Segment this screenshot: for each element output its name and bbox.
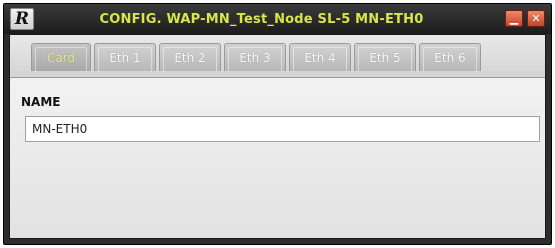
content-panel: Card Eth 1 Eth 2 Eth 3 Eth 4 Eth 5 Eth 6…	[9, 34, 546, 239]
tab-eth-3[interactable]: Eth 3	[224, 43, 286, 71]
tab-label: Card	[46, 50, 76, 65]
tab-label: Eth 1	[109, 50, 141, 65]
tab-label: Eth 2	[174, 50, 206, 65]
tab-label: Eth 6	[434, 50, 466, 65]
r-logo-icon: R	[10, 8, 34, 30]
close-icon: ✕	[531, 12, 541, 25]
tab-card[interactable]: Card	[31, 43, 91, 71]
config-window: R CONFIG. WAP-MN_Test_Node SL-5 MN-ETH0 …	[3, 3, 552, 245]
close-button[interactable]: ✕	[527, 10, 545, 27]
tab-eth-2[interactable]: Eth 2	[159, 43, 221, 71]
name-field[interactable]	[25, 116, 540, 142]
tab-label: Eth 3	[239, 50, 271, 65]
tab-strip: Card Eth 1 Eth 2 Eth 3 Eth 4 Eth 5 Eth 6	[10, 35, 545, 78]
title-bar[interactable]: R CONFIG. WAP-MN_Test_Node SL-5 MN-ETH0 …	[4, 4, 551, 34]
tab-eth-6[interactable]: Eth 6	[419, 43, 481, 71]
name-label: NAME	[21, 95, 61, 109]
window-title: CONFIG. WAP-MN_Test_Node SL-5 MN-ETH0	[99, 11, 424, 27]
tab-label: Eth 4	[304, 50, 336, 65]
tab-eth-5[interactable]: Eth 5	[354, 43, 416, 71]
minimize-button[interactable]: ▁	[505, 10, 523, 27]
tab-label: Eth 5	[369, 50, 401, 65]
minimize-icon: ▁	[509, 12, 519, 25]
tab-eth-4[interactable]: Eth 4	[289, 43, 351, 71]
tab-eth-1[interactable]: Eth 1	[94, 43, 156, 71]
